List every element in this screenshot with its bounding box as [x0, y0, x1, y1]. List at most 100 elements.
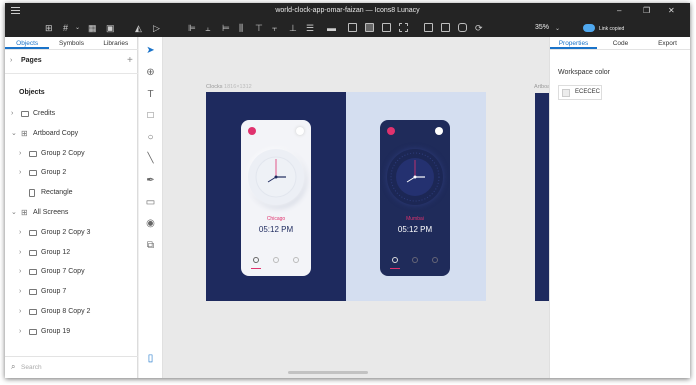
component-icon[interactable]: ▦ [88, 23, 97, 33]
text-tool-icon[interactable]: T [145, 89, 156, 100]
layer-row[interactable]: › Group 2 Copy [5, 145, 138, 163]
chevron-right-icon[interactable]: › [19, 263, 21, 281]
arrange-icon[interactable]: ▬ [327, 23, 336, 33]
folder-icon [29, 289, 37, 296]
edit-icon [296, 127, 304, 135]
chevron-right-icon[interactable]: › [19, 244, 21, 262]
folder-icon [29, 328, 37, 335]
analog-clock [248, 149, 304, 205]
artboard-icon: ⊞ [21, 128, 28, 138]
search-bar[interactable]: ⌕ Search [5, 356, 138, 378]
minimize-icon[interactable]: – [617, 6, 621, 15]
zoom-tool-icon[interactable]: ⊕ [145, 67, 156, 78]
pages-header[interactable]: › Pages + [5, 53, 138, 69]
pages-label: Pages [21, 57, 42, 64]
chevron-down-icon[interactable]: ⌄ [11, 204, 17, 222]
cursor-icon[interactable]: ➤ [145, 45, 156, 56]
flip-horizontal-icon[interactable]: ◭ [135, 23, 142, 33]
align-top-icon[interactable]: ⊤ [255, 23, 263, 33]
cloud-icon[interactable] [583, 24, 595, 32]
align-middle-icon[interactable]: ⫟ [272, 23, 277, 33]
boolean-icon[interactable]: ▣ [106, 23, 115, 33]
phone-dark[interactable]: Mumbai 05:12 PM [380, 120, 450, 276]
workspace-color-field[interactable]: ECECEC [558, 85, 602, 100]
line-tool-icon[interactable]: ╲ [145, 153, 156, 164]
layer-row[interactable]: ⌄ ⊞ Artboard Copy [5, 125, 138, 143]
canvas[interactable]: Clocks 1816×1312 Artboa Chicago 05:12 PM… [163, 37, 553, 378]
tab-code[interactable]: Code [597, 37, 644, 49]
rotate-icon[interactable] [424, 23, 433, 32]
align-left-icon[interactable]: ⊫ [188, 23, 196, 33]
tab-libraries[interactable]: Libraries [94, 37, 138, 49]
layer-label: Group 2 Copy 3 [41, 228, 91, 236]
layer-row[interactable]: › Group 8 Copy 2 [5, 303, 138, 321]
zoom-dropdown-icon[interactable]: ⌄ [555, 24, 560, 34]
left-tabs: Objects Symbols Libraries [5, 37, 138, 50]
timer-icon [412, 257, 418, 263]
intersect-icon[interactable] [382, 23, 391, 32]
distribute-vertical-icon[interactable]: ☰ [306, 23, 314, 33]
tab-export[interactable]: Export [644, 37, 690, 49]
union-icon[interactable] [348, 23, 357, 32]
image-tool-icon[interactable]: ▭ [145, 197, 156, 208]
layer-row[interactable]: ⌄ ⊞ All Screens [5, 204, 138, 222]
folder-icon [29, 170, 37, 177]
rectangle-tool-icon[interactable]: □ [145, 110, 156, 121]
layer-row[interactable]: › Group 2 Copy 3 [5, 224, 138, 242]
artboard-clocks[interactable]: Chicago 05:12 PM Mumbai 05:12 PM [206, 92, 486, 301]
ellipse-tool-icon[interactable]: ○ [145, 132, 156, 143]
analog-clock [387, 149, 443, 205]
add-page-icon[interactable]: + [127, 55, 133, 66]
timer-icon [273, 257, 279, 263]
horizontal-scrollbar[interactable] [288, 371, 368, 374]
layer-row[interactable]: › Group 19 [5, 323, 138, 341]
folder-icon [29, 150, 37, 157]
flip-vertical-icon[interactable]: ▷ [153, 23, 160, 33]
chevron-right-icon[interactable]: › [19, 323, 21, 341]
layer-row[interactable]: › Credits [5, 105, 138, 123]
panel-toggle-icon[interactable]: ▯ [145, 353, 156, 364]
rectangle-icon [29, 189, 35, 198]
align-center-icon[interactable]: ⫠ [205, 23, 210, 33]
layer-row[interactable]: › Group 2 [5, 164, 138, 182]
layer-label: Group 8 Copy 2 [41, 308, 91, 315]
chevron-down-icon[interactable]: ⌄ [75, 23, 80, 33]
phone-light[interactable]: Chicago 05:12 PM [241, 120, 311, 276]
layer-row[interactable]: › Group 7 [5, 283, 138, 301]
align-right-icon[interactable]: ⊨ [222, 23, 230, 33]
tab-properties[interactable]: Properties [550, 37, 597, 49]
artboard-tool-icon[interactable]: ⧉ [145, 240, 156, 251]
frame-icon[interactable]: ⊞ [45, 23, 53, 33]
chevron-right-icon[interactable]: › [19, 283, 21, 301]
subtract-icon[interactable] [365, 23, 374, 32]
layer-label: Group 2 Copy [41, 149, 85, 157]
layer-row[interactable]: › Group 7 Copy [5, 263, 138, 281]
pen-tool-icon[interactable]: ✒ [145, 175, 156, 186]
refresh-icon[interactable]: ⟳ [475, 23, 483, 33]
active-indicator [251, 268, 261, 269]
tab-objects[interactable]: Objects [5, 37, 50, 49]
mask-icon[interactable] [458, 23, 467, 32]
chevron-right-icon[interactable]: › [19, 224, 21, 242]
chevron-right-icon[interactable]: › [19, 303, 21, 321]
chevron-right-icon[interactable]: › [11, 105, 13, 123]
difference-icon[interactable] [399, 23, 408, 32]
chevron-right-icon[interactable]: › [19, 145, 21, 163]
crop-icon[interactable] [441, 23, 450, 32]
search-input[interactable]: Search [21, 364, 42, 371]
layer-row[interactable]: Rectangle [5, 184, 138, 202]
workspace-color-value: ECECEC [575, 89, 601, 95]
zoom-level[interactable]: 35% [535, 24, 549, 31]
distribute-horizontal-icon[interactable]: ⫼ [239, 23, 243, 33]
close-icon[interactable]: ✕ [668, 6, 675, 15]
avatar-tool-icon[interactable]: ◉ [145, 218, 156, 229]
chevron-down-icon[interactable]: ⌄ [11, 125, 17, 143]
align-bottom-icon[interactable]: ⊥ [289, 23, 297, 33]
maximize-icon[interactable]: ❐ [643, 6, 650, 15]
layer-row[interactable]: › Group 12 [5, 244, 138, 262]
color-swatch[interactable] [562, 89, 570, 97]
tab-symbols[interactable]: Symbols [49, 37, 93, 49]
add-icon [248, 127, 256, 135]
chevron-right-icon[interactable]: › [19, 164, 21, 182]
grid-icon[interactable]: # [63, 23, 68, 33]
